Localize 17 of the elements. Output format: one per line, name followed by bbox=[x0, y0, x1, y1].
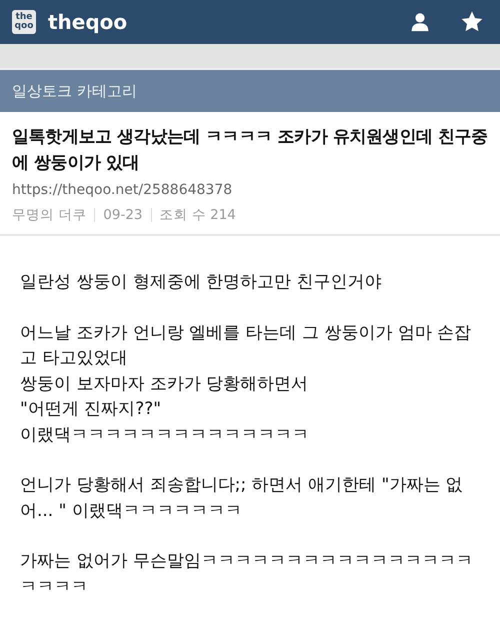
site-name: theqoo bbox=[48, 10, 128, 34]
body-text: 가짜는 없어가 무슨말임ㅋㅋㅋㅋㅋㅋㅋㅋㅋㅋㅋㅋㅋㅋㅋㅋㅋㅋㅋㅋ bbox=[20, 550, 474, 598]
logo[interactable]: theqoo bbox=[12, 10, 36, 34]
author: 무명의 더쿠 bbox=[12, 206, 86, 224]
post-date: 09-23 bbox=[103, 207, 143, 223]
post-title: 일톡핫게보고 생각났는데 ㅋㅋㅋㅋ 조카가 유치원생인데 친구중에 쌍둥이가 있대 bbox=[12, 126, 488, 175]
star-icon[interactable] bbox=[460, 10, 484, 34]
body-text: 어느날 조카가 언니랑 엘베를 타는데 그 쌍둥이가 엄마 손잡고 타고있었대 bbox=[20, 322, 472, 370]
category-title: 일상토크 카테고리 bbox=[12, 82, 137, 100]
post-url[interactable]: https://theqoo.net/2588648378 bbox=[12, 182, 488, 198]
body-text: 언니가 당황해서 죄송합니다;; 하면서 애기한테 "가짜는 없어... " 이랬댁ㅋㅋㅋㅋㅋㅋㅋ bbox=[20, 474, 464, 522]
body-text: 쌍둥이 보자마자 조카가 당황해하면서 bbox=[20, 372, 310, 396]
body-text: 일란성 쌍둥이 형제중에 한명하고만 친구인거야 bbox=[20, 271, 383, 294]
view-count: 조회 수 214 bbox=[160, 206, 236, 224]
body-text: 이랬댁ㅋㅋㅋㅋㅋㅋㅋㅋㅋㅋㅋㅋㅋㅋ bbox=[20, 424, 310, 446]
user-icon[interactable] bbox=[410, 12, 430, 32]
body-text: "어떤게 진짜지??" bbox=[20, 398, 162, 421]
